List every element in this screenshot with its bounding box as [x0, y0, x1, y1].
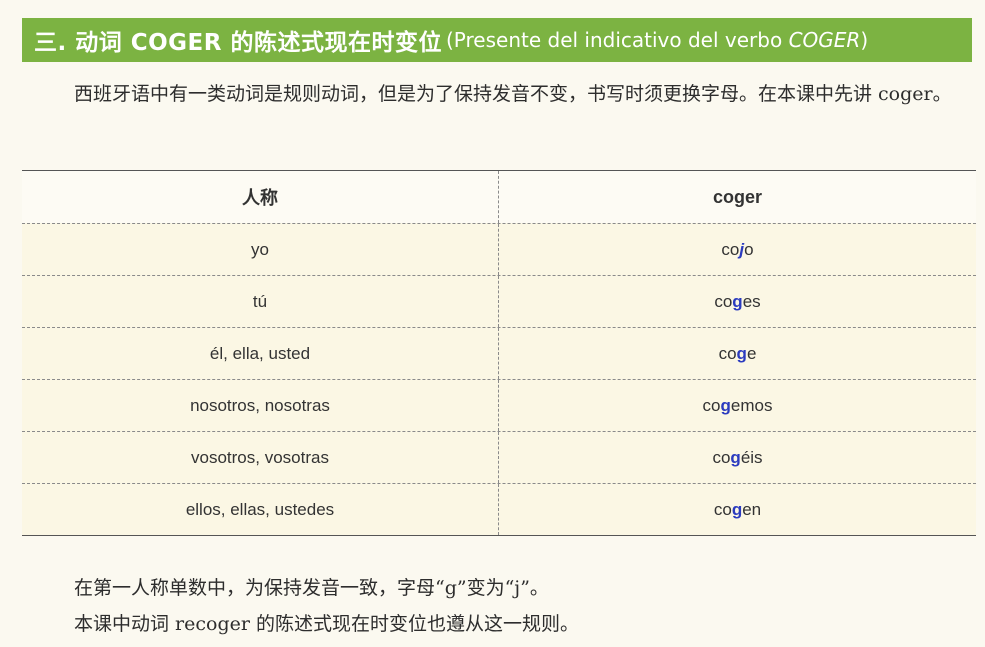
table-row: ellos, ellas, ustedes co g en [22, 483, 976, 535]
table-row: nosotros, nosotras co g emos [22, 379, 976, 431]
person-cell: él, ella, usted [22, 328, 499, 379]
changed-letter: g [736, 343, 747, 363]
changed-letter: g [730, 447, 741, 467]
section-subtitle: (Presente del indicativo del verbo COGER… [446, 28, 869, 52]
conjugation-cell: co g éis [712, 447, 763, 467]
note-line: 本课中动词 recoger 的陈述式现在时变位也遵从这一规则。 [74, 613, 579, 635]
intro-paragraph: 西班牙语中有一类动词是规则动词，但是为了保持发音不变，书写时须更换字母。在本课中… [74, 83, 952, 105]
person-cell: vosotros, vosotras [22, 432, 499, 483]
changed-letter: g [732, 291, 743, 311]
changed-letter: g [720, 395, 731, 415]
person-cell: yo [22, 224, 499, 275]
table-row: tú co g es [22, 275, 976, 327]
section-header: 三. 动词 COGER 的陈述式现在时变位 (Presente del indi… [22, 18, 972, 62]
header-verb: coger [712, 186, 763, 207]
conjugation-cell: co g en [713, 499, 762, 519]
conjugation-cell: co g es [714, 291, 761, 311]
person-cell: ellos, ellas, ustedes [22, 484, 499, 535]
person-cell: tú [22, 276, 499, 327]
section-title: 三. 动词 COGER 的陈述式现在时变位 [34, 30, 442, 56]
changed-letter: g [731, 499, 743, 519]
table-row: yo co j o [22, 223, 976, 275]
conjugation-cell: co g emos [702, 395, 773, 415]
table-row: vosotros, vosotras co g éis [22, 431, 976, 483]
conjugation-table: 人称 coger yo co j o tú co g es él, ella, usted co g… [22, 170, 976, 536]
header-person: 人称 [22, 171, 499, 223]
table-row: él, ella, usted co g e [22, 327, 976, 379]
person-cell: nosotros, nosotras [22, 380, 499, 431]
note-line: 在第一人称单数中，为保持发音一致，字母“g”变为“j”。 [74, 577, 549, 599]
table-header-row: 人称 coger [22, 171, 976, 223]
conjugation-cell: co j o [721, 239, 754, 259]
notes: 在第一人称单数中，为保持发音一致，字母“g”变为“j”。 本课中动词 recog… [22, 570, 972, 642]
conjugation-cell: co g e [718, 343, 757, 363]
